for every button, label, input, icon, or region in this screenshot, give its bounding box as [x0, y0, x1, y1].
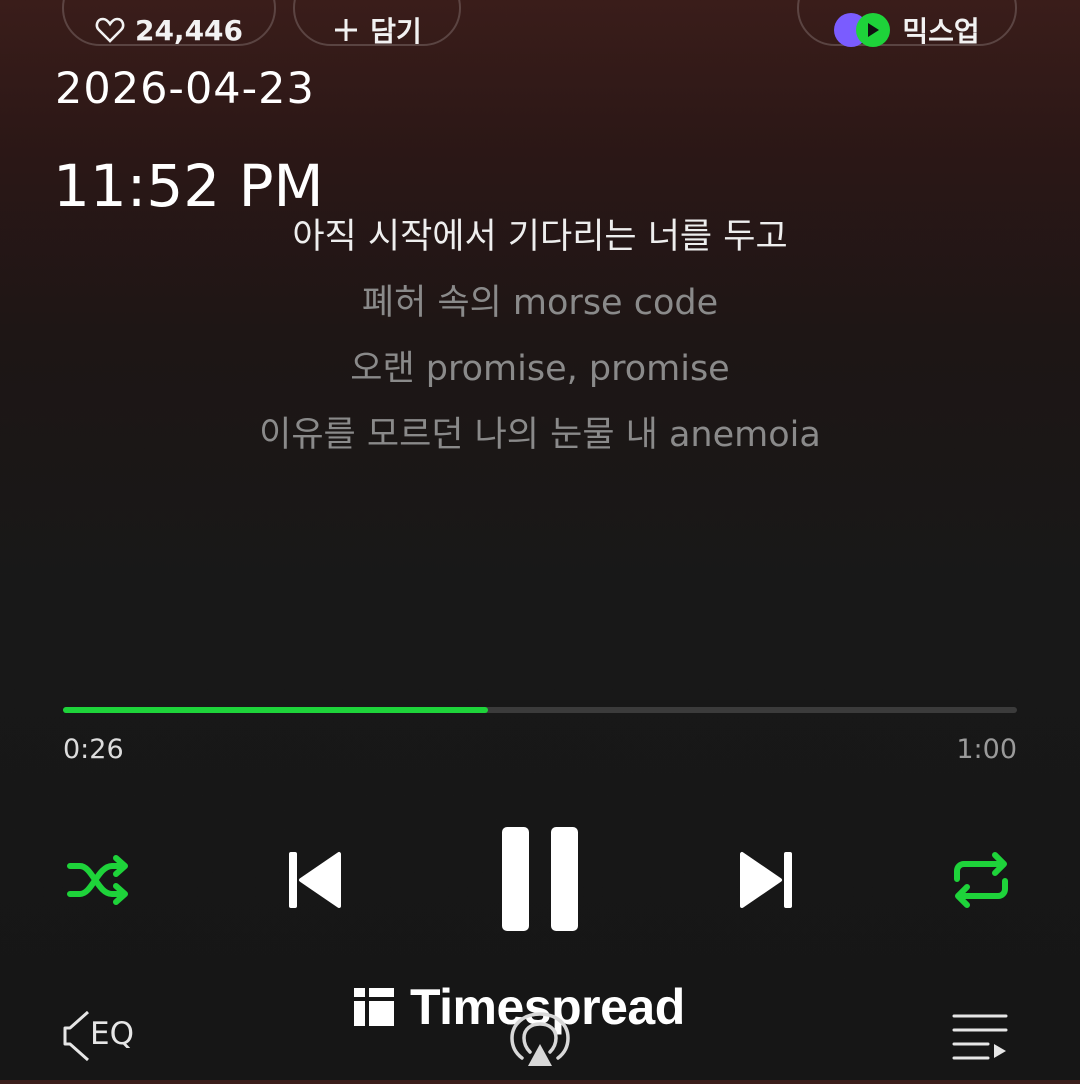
add-to-playlist-button[interactable]: 담기: [293, 0, 461, 48]
progress-fill: [63, 707, 488, 713]
repeat-button[interactable]: [944, 845, 1018, 915]
lyric-line[interactable]: 아직 시작에서 기다리는 너를 두고: [0, 214, 1080, 280]
previous-track-icon: [289, 852, 341, 908]
playlist-icon: [952, 1014, 1008, 1060]
mixup-button[interactable]: 믹스업: [797, 0, 1017, 48]
lyric-line[interactable]: 폐허 속의 morse code: [0, 280, 1080, 346]
next-button[interactable]: [733, 840, 803, 920]
eq-button[interactable]: EQ: [62, 1006, 142, 1066]
pause-button[interactable]: [495, 822, 585, 936]
next-track-icon: [740, 852, 792, 908]
total-time: 1:00: [956, 734, 1017, 765]
shuffle-icon: [67, 855, 128, 905]
playlist-button[interactable]: [950, 1008, 1012, 1068]
current-time: 0:26: [63, 734, 124, 765]
add-label: 담기: [370, 15, 422, 48]
heart-icon: [95, 17, 125, 43]
watermark-logo-icon: [354, 988, 394, 1026]
lyrics-panel[interactable]: 아직 시작에서 기다리는 너를 두고 폐허 속의 morse code 오랜 p…: [0, 214, 1080, 478]
progress-bar[interactable]: [63, 707, 1017, 713]
lyric-line[interactable]: 오랜 promise, promise: [0, 346, 1080, 412]
repeat-icon: [954, 852, 1008, 908]
plus-icon: [335, 19, 358, 41]
cast-button[interactable]: [506, 1008, 574, 1080]
like-button[interactable]: 24,446: [62, 0, 276, 47]
pause-icon: [502, 827, 578, 931]
eq-label: EQ: [90, 1016, 134, 1052]
eq-speaker-icon: [63, 1010, 89, 1062]
cast-icon: [510, 1012, 570, 1066]
lyric-line[interactable]: 이유를 모르던 나의 눈물 내 anemoia: [0, 412, 1080, 478]
mixup-logo-icon: [834, 13, 892, 47]
like-count: 24,446: [134, 13, 244, 47]
shuffle-button[interactable]: [62, 845, 136, 915]
date-overlay: 2026-04-23: [55, 64, 315, 114]
mixup-label: 믹스업: [902, 15, 980, 48]
previous-button[interactable]: [278, 840, 348, 920]
time-overlay: 11:52 PM: [53, 152, 324, 220]
